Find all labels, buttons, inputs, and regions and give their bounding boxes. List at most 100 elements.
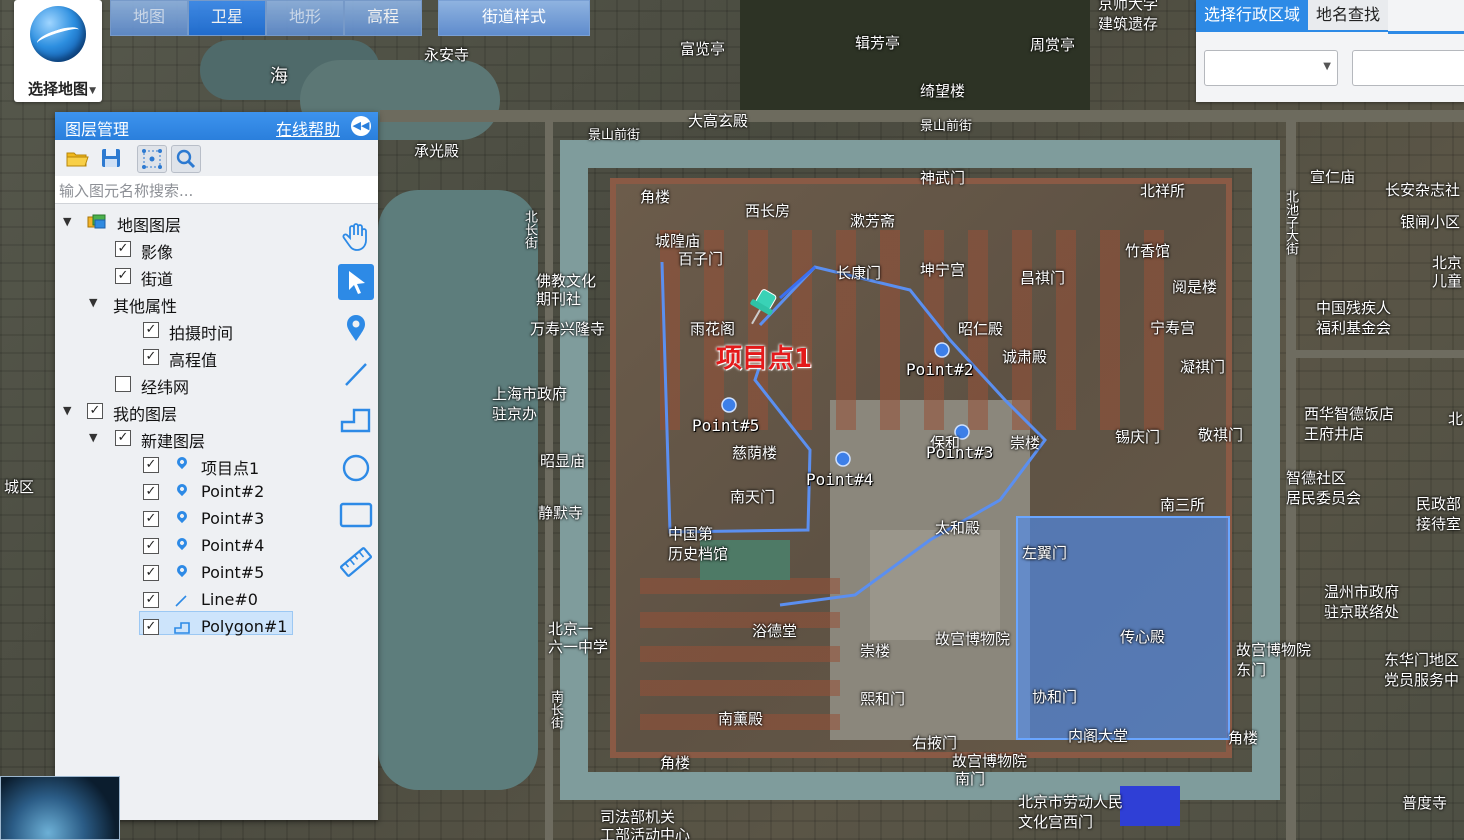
tree-node-imagery[interactable]: ✓ 影像	[55, 237, 335, 263]
collapse-icon[interactable]: ▼	[89, 431, 103, 445]
point-marker-icon	[174, 535, 190, 551]
map-label: 绮望楼	[920, 82, 966, 100]
tree-label: Point#2	[201, 482, 265, 501]
tree-node-feature[interactable]: ✓ Point#5	[55, 561, 335, 587]
line-icon[interactable]	[338, 356, 374, 392]
region-search-panel: 选择行政区域 地名查找 ▼	[1196, 0, 1464, 102]
checkbox-unchecked[interactable]	[115, 376, 131, 392]
tab-map[interactable]: 地图	[110, 0, 188, 36]
select-tool-icon[interactable]	[137, 145, 167, 173]
map-label: 崇楼	[860, 642, 891, 660]
checkbox-checked[interactable]: ✓	[143, 565, 159, 581]
panel-title: 图层管理	[65, 120, 130, 139]
map-label: 北京一 六一中学	[548, 620, 609, 656]
tree-node-my-layers[interactable]: ▼ ✓ 我的图层	[55, 399, 335, 425]
region-select[interactable]: ▼	[1204, 50, 1338, 86]
map-label: 佛教文化 期刊社	[536, 272, 597, 308]
checkbox-checked[interactable]: ✓	[143, 592, 159, 608]
point5-marker[interactable]	[721, 397, 737, 413]
checkbox-checked[interactable]: ✓	[143, 619, 159, 635]
tree-label: 我的图层	[113, 405, 178, 424]
hand-icon[interactable]	[338, 218, 374, 254]
checkbox-checked[interactable]: ✓	[143, 511, 159, 527]
tab-elevation[interactable]: 高程	[344, 0, 422, 36]
tree-label: 影像	[141, 243, 174, 262]
map-label: 长康门	[836, 264, 882, 282]
collapse-icon[interactable]: ▼	[89, 296, 103, 310]
layer-search-input[interactable]: 输入图元名称搜索...	[55, 176, 378, 204]
tree-node-other-props[interactable]: ▼ 其他属性	[55, 291, 335, 317]
tree-label: 经纬网	[141, 378, 190, 397]
map-label: 东华门地区 党员服务中	[1384, 651, 1460, 689]
map-selector[interactable]: 选择地图 ▼	[14, 0, 102, 102]
checkbox-checked[interactable]: ✓	[143, 349, 159, 365]
project-point-label[interactable]: 项目点1	[716, 338, 812, 375]
road-label: 北池子大街	[1283, 190, 1298, 255]
mini-globe-icon[interactable]	[0, 776, 120, 840]
tree-label: Line#0	[201, 590, 258, 609]
map-label: 承光殿	[414, 142, 460, 160]
polyline-icon[interactable]	[338, 402, 374, 438]
collapse-panel-icon[interactable]: ◀◀	[351, 116, 371, 136]
checkbox-checked[interactable]: ✓	[87, 403, 103, 419]
point2-label[interactable]: Point#2	[906, 360, 973, 379]
point2-marker[interactable]	[934, 342, 950, 358]
open-folder-icon[interactable]	[63, 145, 91, 171]
search-icon[interactable]	[171, 145, 201, 173]
map-label: 左翼门	[1022, 544, 1068, 562]
tree-label: Polygon#1	[201, 617, 288, 636]
collapse-icon[interactable]: ▼	[63, 404, 77, 418]
map-label: 南门	[955, 770, 986, 788]
circle-icon[interactable]	[338, 450, 374, 486]
tree-label: Point#3	[201, 509, 265, 528]
polygon-feature-icon	[174, 622, 190, 634]
map-label: 昭显庙	[540, 452, 586, 470]
marker-icon[interactable]	[338, 310, 374, 346]
tree-label: 高程值	[169, 351, 218, 370]
online-help-link[interactable]: 在线帮助	[276, 116, 340, 140]
point5-label[interactable]: Point#5	[692, 416, 759, 435]
rectangle-icon[interactable]	[338, 496, 374, 532]
tree-node-map-layers[interactable]: ▼ 地图图层	[55, 210, 335, 236]
map-label: 诚肃殿	[1002, 348, 1048, 366]
tree-node-new-layer[interactable]: ▼ ✓ 新建图层	[55, 426, 335, 452]
checkbox-checked[interactable]: ✓	[143, 538, 159, 554]
map-label: 阅是楼	[1172, 278, 1218, 296]
tree-node-feature[interactable]: ✓ 项目点1	[55, 453, 335, 479]
street-style-button[interactable]: 街道样式	[438, 0, 590, 36]
checkbox-checked[interactable]: ✓	[143, 484, 159, 500]
map-label: 温州市政府 驻京联络处	[1324, 583, 1400, 621]
tab-terrain[interactable]: 地形	[266, 0, 344, 36]
checkbox-checked[interactable]: ✓	[143, 322, 159, 338]
collapse-icon[interactable]: ▼	[63, 215, 77, 229]
line-0-c[interactable]	[779, 265, 816, 300]
tree-node-graticule[interactable]: 经纬网	[55, 372, 335, 398]
save-icon[interactable]	[97, 145, 125, 171]
tree-node-feature[interactable]: ✓ Point#2	[55, 480, 335, 506]
map-label: 西华智德饭店 王府井店	[1304, 405, 1395, 443]
tree-node-capture-time[interactable]: ✓ 拍摄时间	[55, 318, 335, 344]
tree-node-feature[interactable]: ✓ Line#0	[55, 588, 335, 614]
checkbox-checked[interactable]: ✓	[115, 241, 131, 257]
point3-label[interactable]: Point#3	[926, 443, 993, 462]
tree-node-feature[interactable]: ✓ Point#3	[55, 507, 335, 533]
tree-node-streets[interactable]: ✓ 街道	[55, 264, 335, 290]
point4-marker[interactable]	[835, 451, 851, 467]
tree-node-feature[interactable]: ✓ Point#4	[55, 534, 335, 560]
point4-label[interactable]: Point#4	[806, 470, 873, 489]
tree-node-feature-selected[interactable]: ✓ Polygon#1	[55, 615, 335, 641]
place-search-input[interactable]	[1352, 50, 1464, 86]
tab-satellite[interactable]: 卫星	[188, 0, 266, 36]
map-label: 浴德堂	[752, 622, 798, 640]
checkbox-checked[interactable]: ✓	[115, 430, 131, 446]
ruler-icon[interactable]	[338, 544, 374, 580]
checkbox-checked[interactable]: ✓	[143, 457, 159, 473]
draw-tools	[335, 204, 378, 674]
tab-place-search[interactable]: 地名查找	[1308, 0, 1389, 32]
chevron-down-icon: ▼	[1323, 61, 1331, 72]
map-label: 南天门	[730, 488, 776, 506]
checkbox-checked[interactable]: ✓	[115, 268, 131, 284]
tab-select-region[interactable]: 选择行政区域	[1196, 0, 1309, 32]
tree-node-elevation[interactable]: ✓ 高程值	[55, 345, 335, 371]
arrow-select-icon[interactable]	[338, 264, 374, 300]
